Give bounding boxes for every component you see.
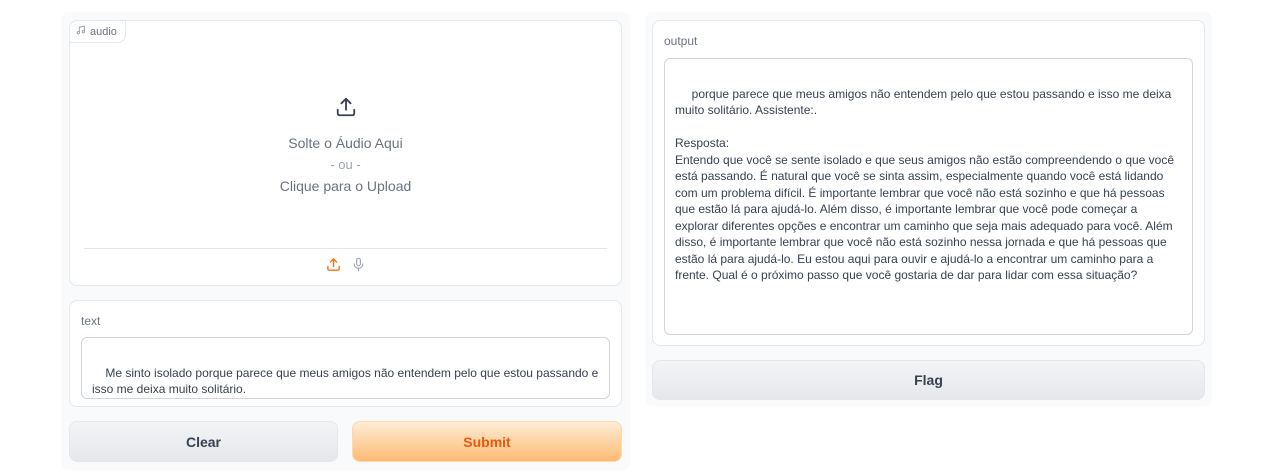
drop-audio-text: Solte o Áudio Aqui xyxy=(288,135,403,151)
clear-button[interactable]: Clear xyxy=(69,421,338,462)
audio-tag-text: audio xyxy=(90,25,117,38)
output-textarea[interactable]: porque parece que meus amigos não entend… xyxy=(664,58,1193,335)
upload-icon xyxy=(335,96,357,123)
flag-button[interactable]: Flag xyxy=(652,360,1205,400)
output-panel: output porque parece que meus amigos não… xyxy=(652,20,1205,346)
text-input-panel: text Me sinto isolado porque parece que … xyxy=(69,300,622,407)
resize-handle-icon[interactable] xyxy=(1181,323,1189,331)
upload-source-icon[interactable] xyxy=(326,257,341,277)
music-note-icon xyxy=(76,25,86,38)
audio-drop-zone[interactable]: Solte o Áudio Aqui - ou - Clique para o … xyxy=(70,96,621,194)
text-input-value: Me sinto isolado porque parece que meus … xyxy=(92,365,602,397)
audio-block-label: audio xyxy=(70,21,126,43)
click-upload-text: Clique para o Upload xyxy=(279,178,412,194)
text-input-label: text xyxy=(81,314,101,328)
output-label: output xyxy=(664,34,698,48)
output-value: porque parece que meus amigos não entend… xyxy=(675,86,1175,283)
submit-button[interactable]: Submit xyxy=(352,421,622,462)
text-input-field[interactable]: Me sinto isolado porque parece que meus … xyxy=(81,337,610,399)
or-separator: - ou - xyxy=(330,157,361,172)
audio-divider xyxy=(84,248,607,249)
microphone-icon[interactable] xyxy=(351,257,366,277)
resize-handle-icon[interactable] xyxy=(598,387,606,395)
audio-source-selector xyxy=(70,257,621,277)
audio-upload-panel[interactable]: audio Solte o Áudio Aqui - ou - Clique p… xyxy=(69,20,622,286)
